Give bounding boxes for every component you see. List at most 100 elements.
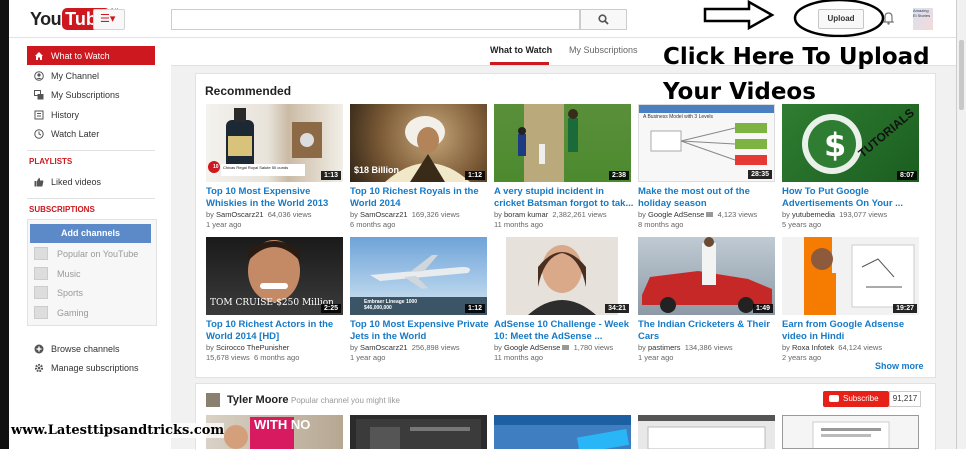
video-thumbnail[interactable] <box>350 415 487 449</box>
upload-age: 5 years ago <box>782 220 822 229</box>
video-thumbnail[interactable] <box>638 415 775 449</box>
tutorial-banner-image <box>494 415 631 449</box>
video-title-link[interactable]: Top 10 Most Expensive Whiskies in the Wo… <box>206 186 346 210</box>
video-title-link[interactable]: Top 10 Most Expensive Private Jets in th… <box>350 319 490 343</box>
search-button[interactable] <box>580 9 627 30</box>
nav-label: History <box>51 109 80 120</box>
thumbnail-caption: Chivas Regal Royal Salute 50 ounds <box>223 165 289 170</box>
nav-history[interactable]: History <box>27 105 155 124</box>
view-count: 2,382,261 views <box>552 210 607 219</box>
tab-my-subscriptions[interactable]: My Subscriptions <box>569 45 638 55</box>
channel-link[interactable]: Roxa Infotek <box>792 343 834 352</box>
video-title-link[interactable]: A very stupid incident in cricket Batsma… <box>494 186 634 210</box>
nav-label: My Subscriptions <box>51 89 120 100</box>
channel-link[interactable]: SamOscarz21 <box>360 210 408 219</box>
channel-link[interactable]: yutubemedia <box>792 210 835 219</box>
manage-subscriptions-link[interactable]: Manage subscriptions <box>27 358 155 377</box>
video-duration: 28:35 <box>748 170 772 179</box>
channel-link[interactable]: Google AdSense <box>648 210 704 219</box>
video-duration: 1:13 <box>320 171 341 180</box>
video-meta: 15,678 views 6 months ago <box>206 352 346 363</box>
subscriptions-icon <box>33 89 44 100</box>
svg-text:$: $ <box>824 126 846 164</box>
left-border <box>0 0 9 449</box>
upload-button[interactable]: Upload <box>818 9 864 29</box>
video-thumbnail[interactable]: 1:49 <box>638 237 775 315</box>
video-thumbnail[interactable] <box>782 415 919 449</box>
video-thumbnail[interactable]: 19:27 <box>782 237 919 315</box>
video-title-link[interactable]: The Indian Cricketers & Their Cars <box>638 319 778 343</box>
channel-name-link[interactable]: Tyler Moore <box>227 394 289 406</box>
thumbnail-caption: TOM CRUISE-$250 Million <box>210 298 334 308</box>
video-duration: 2:38 <box>608 171 629 180</box>
nav-what-to-watch[interactable]: What to Watch <box>27 46 155 65</box>
search-input[interactable] <box>171 9 580 30</box>
channel-link[interactable]: pastimers <box>648 343 681 352</box>
view-count: 64,036 views <box>267 210 312 219</box>
subscriptions-heading[interactable]: SUBSCRIPTIONS <box>29 205 95 214</box>
video-duration: 1:12 <box>464 171 485 180</box>
add-channels-button[interactable]: Add channels <box>30 224 151 243</box>
tab-what-to-watch[interactable]: What to Watch <box>490 45 552 55</box>
video-duration: 1:49 <box>752 304 773 313</box>
upload-age: 8 months ago <box>638 220 684 229</box>
channel-avatar[interactable] <box>206 393 220 407</box>
nav-watch-later[interactable]: Watch Later <box>27 124 155 143</box>
divider <box>27 198 155 199</box>
subscribe-button[interactable]: Subscribe <box>823 391 889 407</box>
channel-link[interactable]: SamOscarz21 <box>216 210 264 219</box>
video-thumbnail[interactable]: $ TUTORIALS 8:07 <box>782 104 919 182</box>
nav-liked-videos[interactable]: Liked videos <box>27 172 155 191</box>
upload-age: 6 months ago <box>350 220 396 229</box>
annotation-arrow-icon <box>703 0 775 30</box>
video-duration: 1:12 <box>464 304 485 313</box>
guide-menu-button[interactable]: ☰▾ <box>93 9 125 30</box>
video-title-link[interactable]: Earn from Google Adsense video in Hindi <box>782 319 922 343</box>
music-icon <box>34 267 48 280</box>
video-thumbnail[interactable]: 2:38 <box>494 104 631 182</box>
video-thumbnail[interactable]: $18 Billion 1:12 <box>350 104 487 182</box>
thumbnail-caption: Embraer Lineage 1000 $46,000,000 <box>364 299 418 311</box>
notifications-bell-icon[interactable] <box>883 12 894 25</box>
video-thumbnail[interactable]: TOM CRUISE-$250 Million 2:25 <box>206 237 343 315</box>
nav-my-subscriptions[interactable]: My Subscriptions <box>27 85 155 104</box>
nav-label: My Channel <box>51 70 100 81</box>
show-more-link[interactable]: Show more <box>875 361 924 371</box>
video-thumbnail[interactable]: A Business Model with 3 Levels 28:35 <box>638 104 775 182</box>
browse-channels-link[interactable]: Browse channels <box>27 339 155 358</box>
channel-gaming[interactable]: Gaming <box>34 306 89 319</box>
channel-sports[interactable]: Sports <box>34 286 83 299</box>
video-title-link[interactable]: How To Put Google Advertisements On Your… <box>782 186 922 210</box>
channel-link[interactable]: boram kumar <box>504 210 548 219</box>
logo-you-text: You <box>30 9 62 29</box>
video-title-link[interactable]: Top 10 Richest Actors in the World 2014 … <box>206 319 346 343</box>
history-icon <box>33 110 44 120</box>
search-icon <box>598 14 609 25</box>
video-thumbnail[interactable]: 34:21 <box>494 237 631 315</box>
channel-link[interactable]: SamOscarz21 <box>360 343 408 352</box>
video-thumbnail[interactable]: Embraer Lineage 1000 $46,000,000 1:12 <box>350 237 487 315</box>
youtube-play-icon <box>829 395 839 402</box>
video-title-link[interactable]: Top 10 Richest Royals in the World 2014 <box>350 186 490 210</box>
active-tab-indicator <box>490 62 549 65</box>
video-title-link[interactable]: AdSense 10 Challenge - Week 10: Meet the… <box>494 319 634 343</box>
account-avatar[interactable]: Amazing Ei Stories <box>913 8 933 30</box>
thumbnail-caption: A Business Model with 3 Levels <box>643 114 714 120</box>
thumbs-up-icon <box>33 177 44 187</box>
annotation-text: Click Here To Upload Your Videos <box>663 40 930 110</box>
video-thumbnail[interactable]: 10 Chivas Regal Royal Salute 50 ounds 1:… <box>206 104 343 182</box>
verified-icon <box>562 345 570 350</box>
scrollbar-thumb[interactable] <box>959 40 964 110</box>
video-thumbnail[interactable] <box>494 415 631 449</box>
video-title-link[interactable]: Make the most out of the holiday season <box>638 186 778 210</box>
nav-my-channel[interactable]: My Channel <box>27 66 155 85</box>
video-thumbnail[interactable]: WITH NO <box>206 415 343 449</box>
channel-label: Music <box>57 268 81 279</box>
playlists-heading[interactable]: PLAYLISTS <box>29 157 72 166</box>
upload-age: 1 year ago <box>206 220 242 229</box>
app-screenshot-image <box>356 419 481 449</box>
channel-popular-on-youtube[interactable]: Popular on YouTube <box>34 247 138 260</box>
channel-music[interactable]: Music <box>34 267 81 280</box>
channel-link[interactable]: Scirocco ThePunisher <box>216 343 289 352</box>
channel-link[interactable]: Google AdSense <box>504 343 560 352</box>
